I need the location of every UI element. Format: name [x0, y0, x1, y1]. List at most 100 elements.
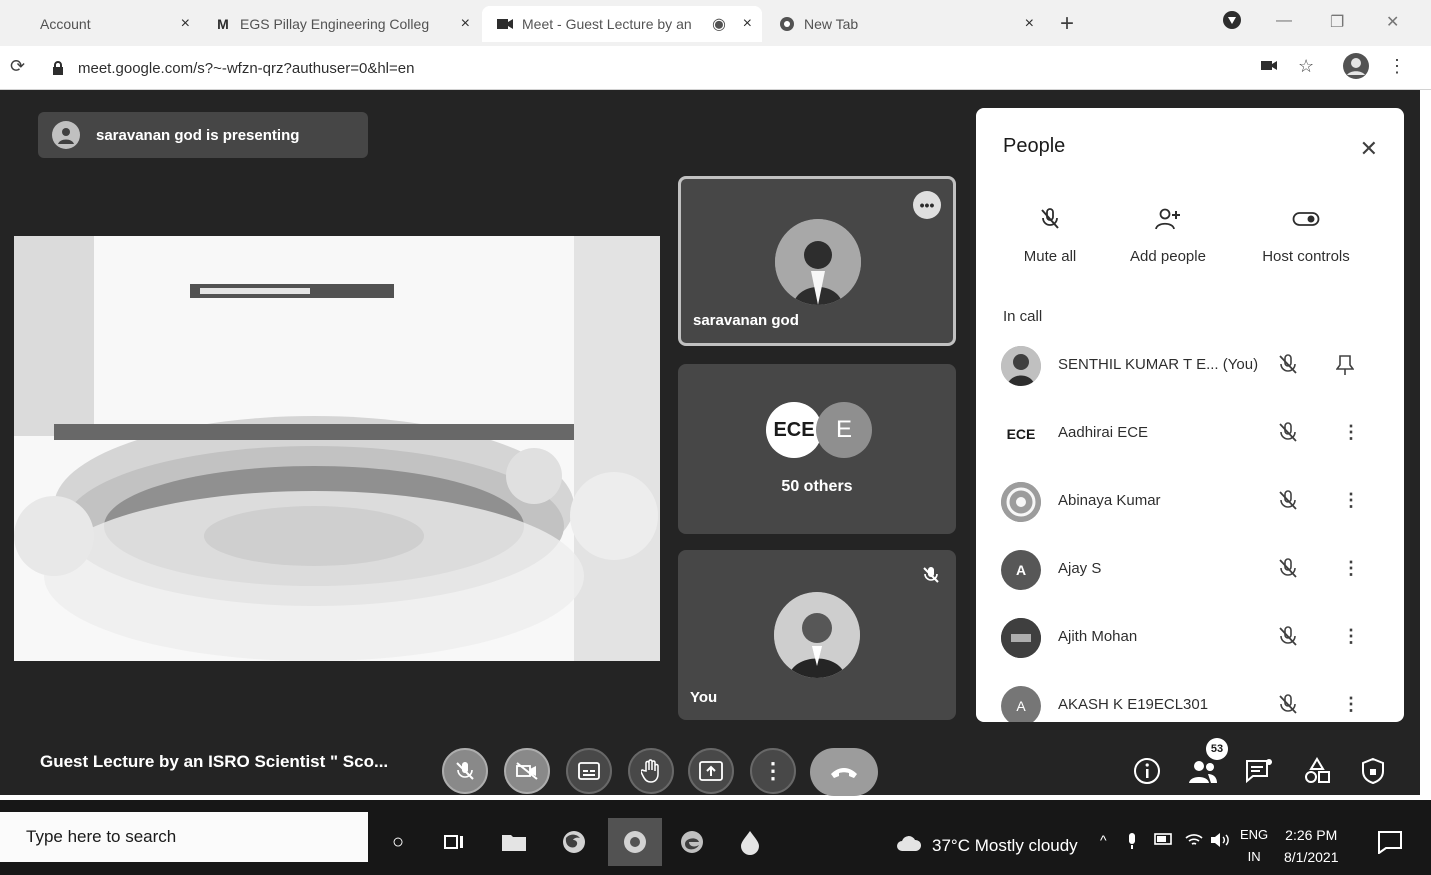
browser-menu-icon[interactable]: ⋮ — [1388, 56, 1406, 77]
reload-icon[interactable]: ⟳ — [10, 56, 25, 77]
participant-row[interactable]: A AKASH K E19ECL301 ⋮ — [976, 676, 1404, 722]
camera-toggle-button[interactable] — [504, 748, 550, 794]
avatar — [1001, 482, 1041, 522]
app-icon[interactable] — [730, 822, 770, 862]
search-placeholder: Type here to search — [26, 827, 177, 846]
mic-off-icon — [918, 562, 944, 588]
participant-row[interactable]: Ajith Mohan ⋮ — [976, 608, 1404, 668]
in-call-heading: In call — [1003, 308, 1043, 325]
more-options-icon[interactable]: ⋮ — [1342, 490, 1360, 511]
mic-off-icon[interactable] — [1276, 420, 1300, 449]
minimize-icon[interactable]: — — [1276, 12, 1292, 30]
participant-tile-presenter[interactable]: ••• saravanan god — [678, 176, 956, 346]
task-view-icon[interactable] — [434, 822, 474, 862]
input-language-indicator[interactable]: ENG IN — [1240, 824, 1268, 868]
mute-all-button[interactable]: Mute all — [990, 204, 1110, 265]
tab-account[interactable]: Account × — [0, 6, 200, 42]
close-icon[interactable]: × — [461, 15, 470, 33]
add-people-label: Add people — [1130, 248, 1206, 265]
microphone-icon[interactable] — [1126, 832, 1138, 853]
more-vert-icon: ⋮ — [762, 758, 784, 783]
participant-row[interactable]: Abinaya Kumar ⋮ — [976, 472, 1404, 532]
url-text: meet.google.com/s?~-wfzn-qrz?authuser=0&… — [78, 59, 415, 77]
participant-tile-others[interactable]: ECE E 50 others — [678, 364, 956, 534]
clock-date: 8/1/2021 — [1284, 849, 1339, 865]
meeting-details-icon[interactable] — [1130, 754, 1164, 788]
extension-icon[interactable] — [1222, 10, 1242, 35]
screen-share-notice — [190, 284, 394, 298]
participant-tile-self[interactable]: You — [678, 550, 956, 720]
avatar: E — [816, 402, 872, 458]
activities-icon[interactable] — [1300, 754, 1334, 788]
taskbar-search-box[interactable]: Type here to search — [0, 812, 368, 862]
host-controls-button[interactable]: Host controls — [1246, 204, 1366, 265]
chrome-taskbar-icon[interactable] — [608, 818, 662, 866]
close-window-icon[interactable]: ✕ — [1386, 12, 1399, 32]
add-people-button[interactable]: Add people — [1108, 204, 1228, 265]
chrome-icon — [778, 15, 796, 33]
leave-call-button[interactable] — [810, 748, 878, 796]
tab-meet[interactable]: Meet - Guest Lecture by an ◉ × — [482, 6, 762, 42]
mic-off-icon[interactable] — [1276, 556, 1300, 585]
close-icon[interactable]: × — [1025, 15, 1034, 33]
more-options-icon[interactable]: ••• — [913, 191, 941, 219]
system-clock[interactable]: 2:26 PM 8/1/2021 — [1284, 824, 1339, 868]
avatar: A — [1001, 686, 1041, 722]
url-field[interactable]: meet.google.com/s?~-wfzn-qrz?authuser=0&… — [52, 52, 1212, 84]
mic-off-icon[interactable] — [1276, 352, 1300, 381]
avatar — [774, 592, 860, 678]
mic-off-icon[interactable] — [1276, 692, 1300, 721]
mic-off-icon[interactable] — [1276, 488, 1300, 517]
mic-off-icon[interactable] — [1276, 624, 1300, 653]
close-icon[interactable]: × — [743, 15, 752, 33]
battery-icon[interactable] — [1154, 832, 1174, 848]
more-options-icon[interactable]: ⋮ — [1342, 626, 1360, 647]
tab-new-tab[interactable]: New Tab × — [764, 6, 1044, 42]
host-controls-shield-icon[interactable] — [1356, 754, 1390, 788]
bookmark-star-icon[interactable]: ☆ — [1298, 56, 1314, 77]
close-icon[interactable]: × — [181, 15, 190, 33]
meet-icon — [496, 15, 514, 33]
participant-row[interactable]: A Ajay S ⋮ — [976, 540, 1404, 600]
people-panel: People ✕ Mute all Add people Host contro… — [976, 108, 1404, 722]
raise-hand-button[interactable] — [628, 748, 674, 794]
pin-icon[interactable] — [1335, 354, 1355, 381]
presenting-banner: saravanan god is presenting — [38, 112, 368, 158]
more-options-icon[interactable]: ⋮ — [1342, 694, 1360, 715]
more-options-icon[interactable]: ⋮ — [1342, 558, 1360, 579]
more-options-icon[interactable]: ⋮ — [1342, 422, 1360, 443]
present-screen-button[interactable] — [688, 748, 734, 794]
add-person-icon — [1108, 204, 1228, 234]
participant-name: saravanan god — [693, 312, 799, 329]
camera-blocked-icon[interactable] — [1260, 56, 1278, 77]
new-tab-button[interactable]: + — [1060, 10, 1074, 38]
participant-row[interactable]: SENTHIL KUMAR T E... (You) — [976, 336, 1404, 396]
chevron-up-icon[interactable]: ^ — [1100, 832, 1107, 848]
more-options-button[interactable]: ⋮ — [750, 748, 796, 794]
weather-widget[interactable]: 37°C Mostly cloudy — [896, 834, 1078, 857]
participant-row[interactable]: ECE Aadhirai ECE ⋮ — [976, 404, 1404, 464]
firefox-icon[interactable] — [554, 822, 594, 862]
captions-button[interactable] — [566, 748, 612, 794]
notification-center-icon[interactable] — [1370, 822, 1410, 862]
avatar — [1001, 618, 1041, 658]
participant-name: Ajay S — [1058, 560, 1102, 577]
file-explorer-icon[interactable] — [494, 822, 534, 862]
profile-avatar[interactable] — [1342, 52, 1370, 85]
microphone-toggle-button[interactable] — [442, 748, 488, 794]
shared-screen[interactable] — [14, 236, 660, 661]
avatar: ECE — [1001, 414, 1041, 454]
avatar — [775, 219, 861, 305]
account-icon — [14, 15, 32, 33]
edge-icon[interactable] — [672, 822, 712, 862]
volume-icon[interactable] — [1210, 832, 1232, 851]
chat-icon[interactable] — [1242, 754, 1276, 788]
wifi-icon[interactable] — [1184, 832, 1204, 851]
tab-egs-pillay[interactable]: M EGS Pillay Engineering Colleg × — [200, 6, 480, 42]
participant-name: Abinaya Kumar — [1058, 492, 1161, 509]
tab-label: Meet - Guest Lecture by an — [522, 16, 692, 32]
cortana-icon[interactable]: ○ — [378, 822, 418, 862]
recording-icon: ◉ — [712, 16, 726, 33]
restore-icon[interactable]: ❐ — [1330, 12, 1344, 32]
close-icon[interactable]: ✕ — [1360, 136, 1378, 162]
